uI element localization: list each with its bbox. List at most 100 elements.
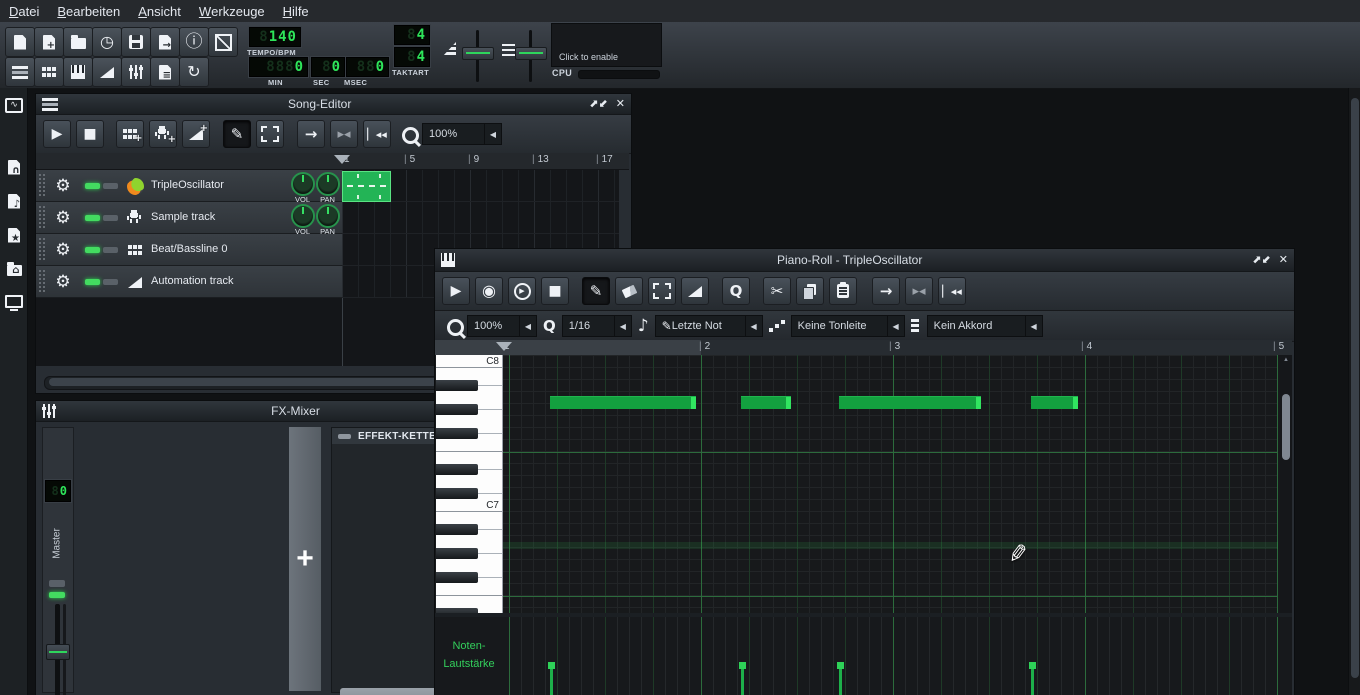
detune-button[interactable] [681,277,709,305]
paste-button[interactable] [829,277,857,305]
note-grid[interactable] [502,355,1278,613]
chord-dropdown[interactable]: Kein Akkord◀ [927,315,1043,337]
save-project-button[interactable] [121,27,151,57]
fx-channel-master[interactable]: 80 Master [42,427,74,693]
menu-item-werkzeuge[interactable]: Werkzeuge [190,0,274,22]
export-project-button[interactable] [150,27,180,57]
new-project-button[interactable] [5,27,35,57]
workspace-vscrollbar[interactable] [1348,88,1360,695]
menu-item-datei[interactable]: Datei [0,0,48,22]
scroll-thumb[interactable] [49,378,449,386]
open-project-button[interactable] [63,27,93,57]
record-button[interactable]: ◉ [475,277,503,305]
sidebar-presets-button[interactable] [5,192,23,210]
master-volume-slider[interactable] [462,47,494,60]
copy-button[interactable] [796,277,824,305]
add-automation-button[interactable] [182,120,210,148]
cut-button[interactable]: ✂ [763,277,791,305]
add-sample-button[interactable] [149,120,177,148]
midi-note[interactable] [839,396,981,409]
track-header-beat-bassline-0[interactable]: ⚙Beat/Bassline 0 [36,234,342,266]
track-actions-button[interactable]: ⚙ [51,206,75,230]
dropdown-left-arrow-icon[interactable]: ◀ [484,124,501,144]
vol-knob[interactable] [291,172,315,196]
track-header-sample-track[interactable]: ⚙Sample trackVOLPAN [36,202,342,234]
pan-knob[interactable] [316,172,340,196]
close-icon[interactable]: ✕ [1279,255,1288,266]
menu-item-bearbeiten[interactable]: Bearbeiten [48,0,129,22]
black-key[interactable] [436,488,478,499]
piano-roll-timeline[interactable]: 1|2|3|4|5 [435,340,1292,355]
fx-mixer-toggle-button[interactable] [121,57,151,87]
track-solo-led[interactable] [103,279,118,285]
track-grip-handle[interactable] [38,205,47,230]
timesig-denominator-display[interactable]: 84 [394,47,430,67]
sidebar-samples-button[interactable] [5,158,23,176]
timesig-numerator-display[interactable]: 84 [394,25,430,45]
track-grip-handle[interactable] [38,237,47,262]
black-key[interactable] [436,404,478,415]
stop-button[interactable]: ■ [541,277,569,305]
track-content-cell[interactable] [342,202,619,234]
jump-end-button[interactable]: ▸◂ [330,120,358,148]
play-button[interactable]: ▶ [43,120,71,148]
piano-roll-titlebar[interactable]: Piano-Roll - TripleOscillator ⬈⬋ ✕ [435,249,1294,272]
track-mute-led[interactable] [85,279,100,285]
jump-end-button[interactable]: ▸◂ [905,277,933,305]
menu-item-ansicht[interactable]: Ansicht [129,0,190,22]
velocity-stem[interactable] [741,662,744,695]
dropdown-left-arrow-icon[interactable]: ◀ [519,316,536,336]
track-actions-button[interactable]: ⚙ [51,238,75,262]
add-bb-button[interactable] [116,120,144,148]
song-editor-titlebar[interactable]: Song-Editor ⬈⬋ ✕ [36,94,631,115]
q-dropdown[interactable]: 1/16◀ [562,315,632,337]
piano-keyboard[interactable]: C8C7 [436,355,502,613]
velocity-grid[interactable] [502,617,1278,695]
fx-new-channel-button[interactable]: + [289,427,321,691]
sidebar-home-button[interactable] [5,226,23,244]
midi-note[interactable] [1031,396,1078,409]
erase-button[interactable] [615,277,643,305]
select-button[interactable] [648,277,676,305]
controller-rack-toggle-button[interactable]: ↻ [179,57,209,87]
dropdown-left-arrow-icon[interactable]: ◀ [745,316,762,336]
recently-opened-button[interactable]: ◷ [92,27,122,57]
track-mute-led[interactable] [85,247,100,253]
track-grip-handle[interactable] [38,269,47,294]
zoom-dropdown[interactable]: 100%◀ [467,315,537,337]
scroll-thumb[interactable] [1282,394,1290,460]
project-notes-toggle-button[interactable] [150,57,180,87]
track-mute-led[interactable] [85,183,100,189]
select-button[interactable] [256,120,284,148]
stop-button[interactable]: ■ [76,120,104,148]
maximize-icon[interactable]: ⬈⬋ [1252,255,1270,266]
dropdown-left-arrow-icon[interactable]: ◀ [614,316,631,336]
master-pitch-slider[interactable] [515,47,547,60]
maximize-icon[interactable]: ⬈⬋ [589,99,607,110]
track-content-cell[interactable] [342,170,619,202]
whats-this-button[interactable] [208,27,238,57]
draw-button[interactable]: ✎ [223,120,251,148]
vol-knob[interactable] [291,204,315,228]
sidebar-root-button[interactable] [5,260,23,278]
track-actions-button[interactable]: ⚙ [51,270,75,294]
midi-note[interactable] [550,396,696,409]
play-record-button[interactable]: ▶ [508,277,536,305]
note-length-dropdown[interactable]: ✎Letzte Not◀ [655,315,763,337]
track-grip-handle[interactable] [38,173,47,198]
track-solo-led[interactable] [103,247,118,253]
midi-pattern-block[interactable] [342,171,391,202]
song-editor-timeline[interactable]: 1|5|9|13|17 [36,153,629,170]
close-icon[interactable]: ✕ [616,99,625,110]
jump-start-button[interactable]: ▏◂◂ [363,120,391,148]
fx-master-fader[interactable] [46,644,70,660]
track-mute-led[interactable] [85,215,100,221]
black-key[interactable] [436,524,478,535]
song-zoom-dropdown[interactable]: 100%◀ [422,123,502,145]
black-key[interactable] [436,548,478,559]
menu-item-hilfe[interactable]: Hilfe [274,0,318,22]
pan-knob[interactable] [316,204,340,228]
dropdown-left-arrow-icon[interactable]: ◀ [887,316,904,336]
black-key[interactable] [436,428,478,439]
project-info-button[interactable]: ⓘ [179,27,209,57]
